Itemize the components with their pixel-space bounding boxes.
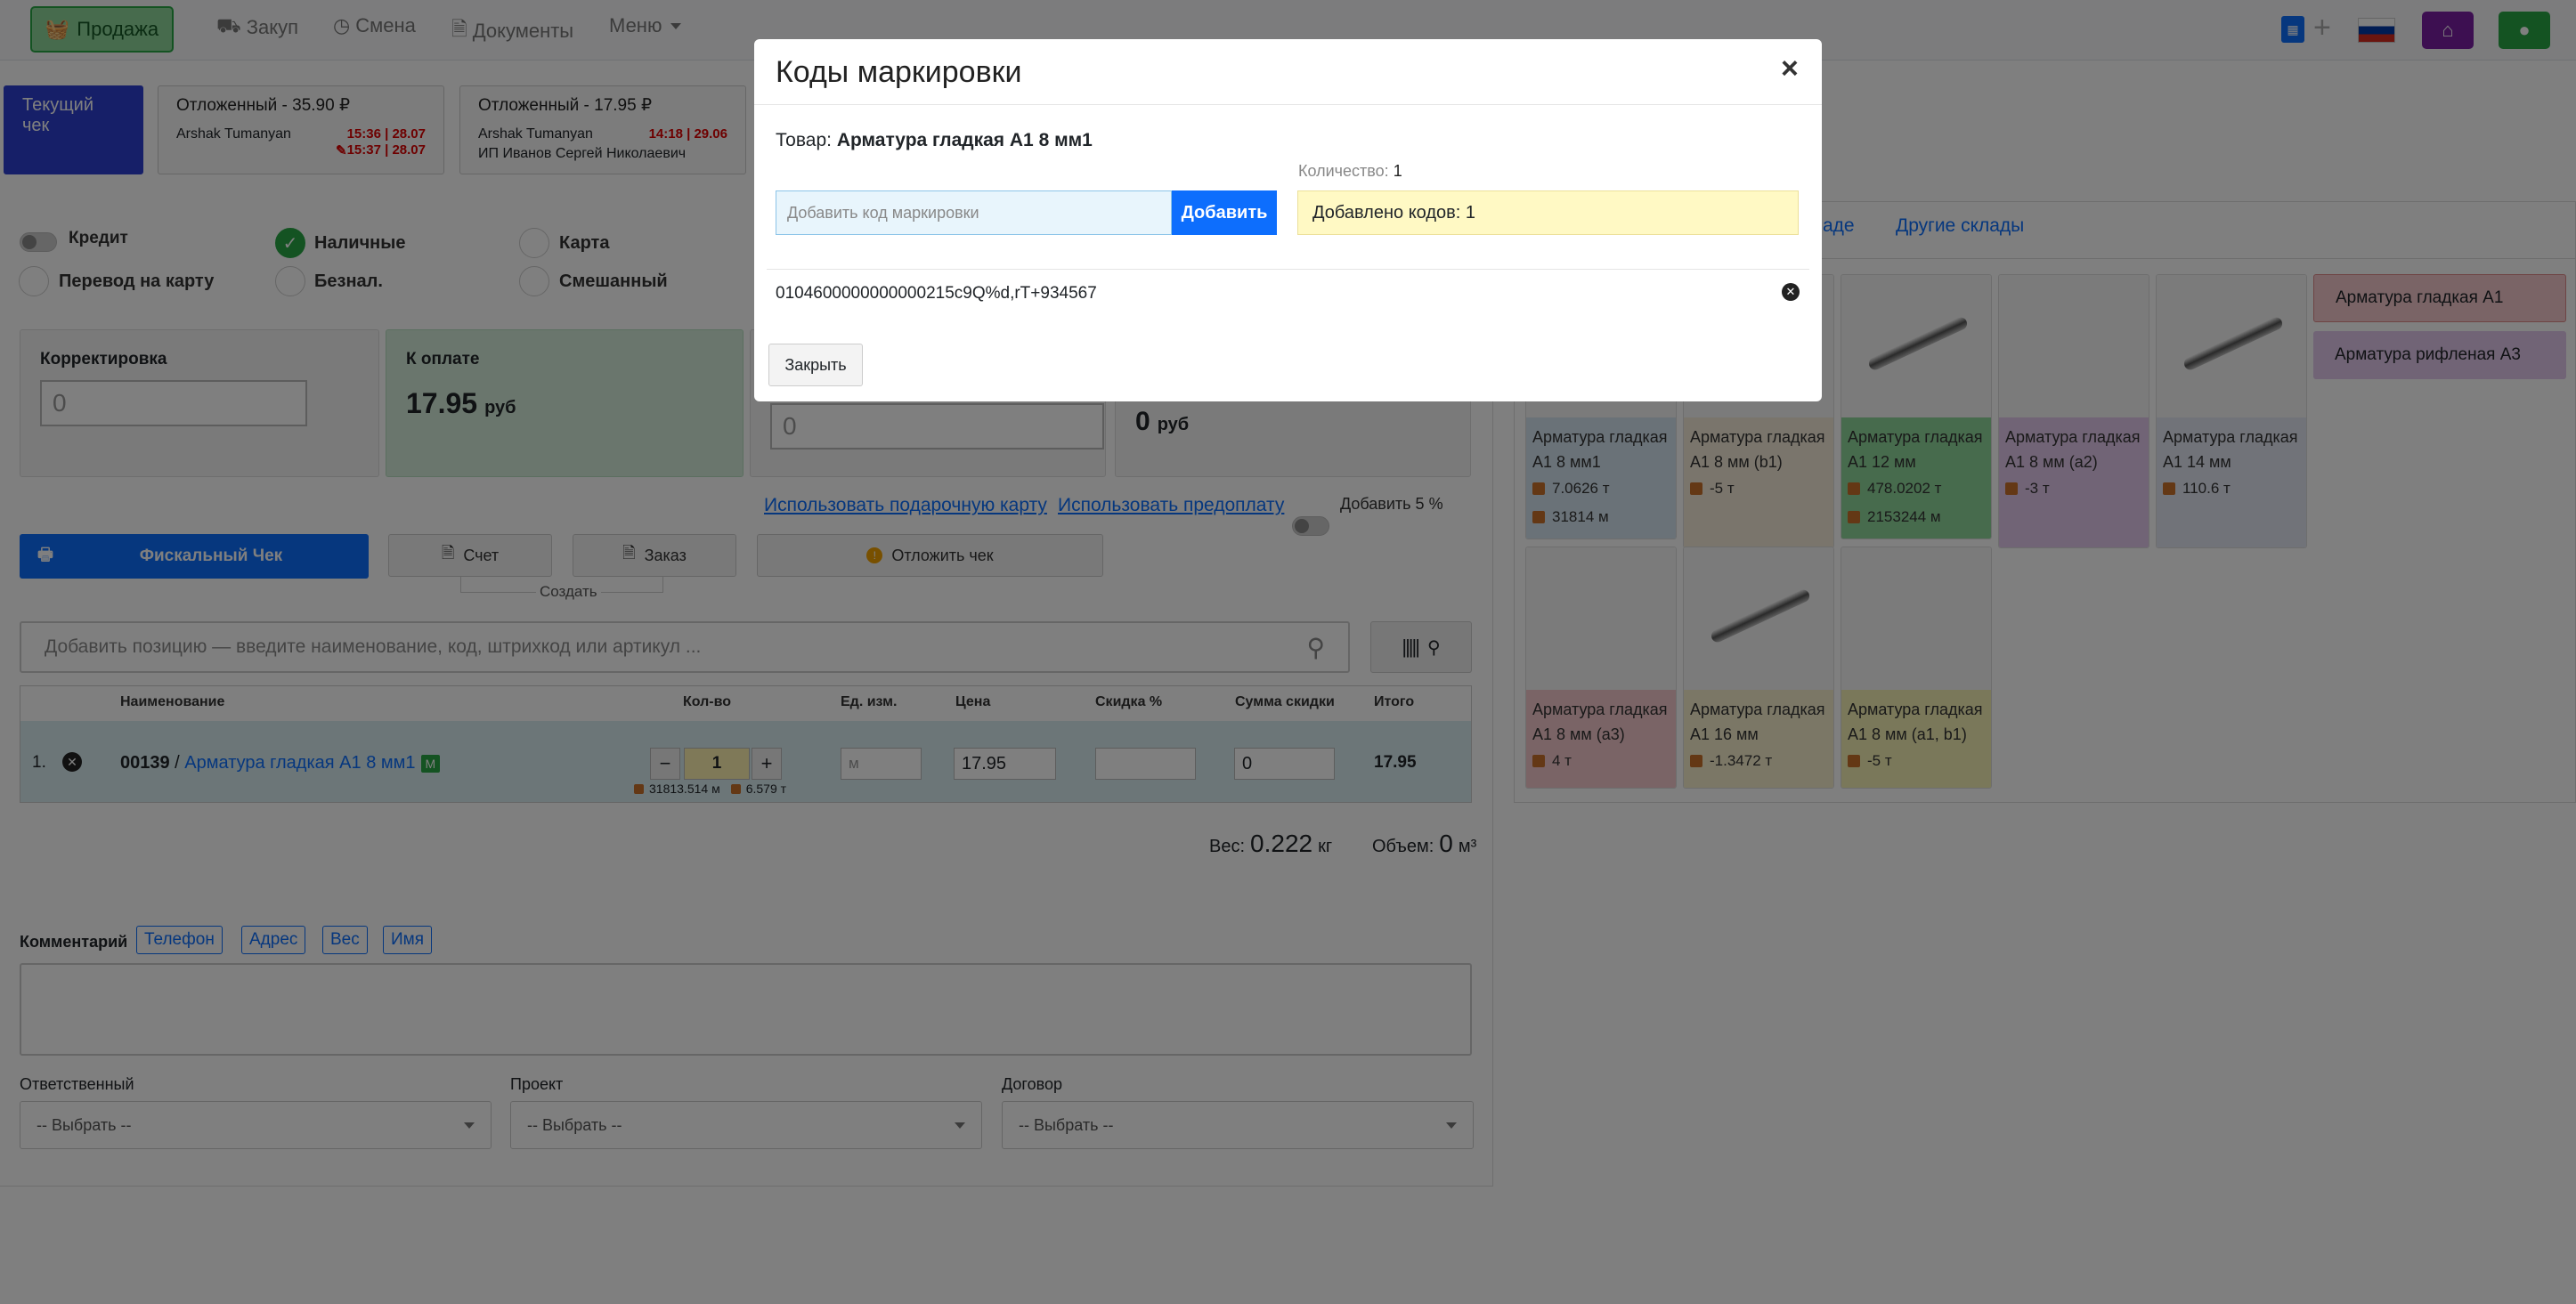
modal-title: Коды маркировки: [776, 55, 1022, 89]
marking-code-input[interactable]: Добавить код маркировки: [776, 190, 1172, 235]
code-list-divider: [767, 269, 1809, 270]
modal-quantity: Количество: 1: [1298, 162, 1402, 180]
close-modal-button[interactable]: Закрыть: [768, 344, 863, 386]
added-codes-status: Добавлено кодов: 1: [1297, 190, 1799, 235]
code-list-item: 0104600000000000215c9Q%d,rT+934567: [776, 284, 1097, 303]
modal-header-divider: [754, 104, 1822, 105]
add-code-button[interactable]: Добавить: [1172, 190, 1277, 235]
marking-codes-modal: Коды маркировки × Товар: Арматура гладка…: [754, 39, 1822, 401]
modal-close-icon[interactable]: ×: [1781, 52, 1799, 86]
modal-product: Товар: Арматура гладкая А1 8 мм1: [776, 130, 1093, 150]
remove-code-icon[interactable]: ✕: [1782, 283, 1800, 301]
